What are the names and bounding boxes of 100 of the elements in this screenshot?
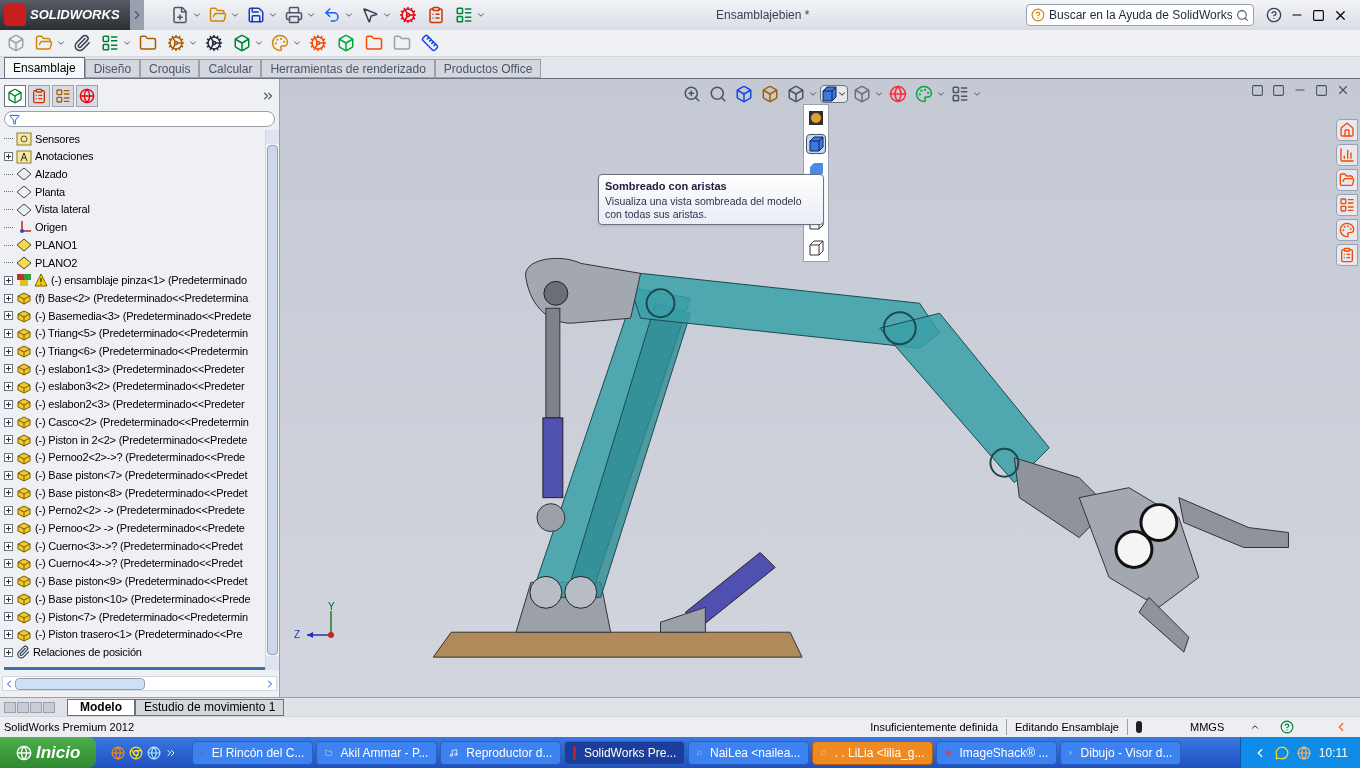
expand-toggle[interactable] — [4, 647, 13, 657]
task-pane-icon — [1339, 222, 1355, 238]
expand-toggle[interactable] — [4, 293, 13, 303]
tree-item[interactable]: Relaciones de posición — [33, 644, 142, 661]
maximize-icon — [1312, 8, 1325, 22]
expand-toggle[interactable] — [4, 523, 13, 533]
tool-icon — [35, 34, 53, 52]
task-pane-button[interactable] — [1336, 119, 1358, 141]
vertical-scrollbar[interactable] — [265, 130, 279, 670]
display-style-option[interactable] — [806, 238, 826, 258]
split-view-icon — [1272, 83, 1285, 97]
tree-item[interactable]: (-) Piston<7> (Predeterminado<<Predetermin — [35, 608, 248, 626]
caret-icon — [188, 38, 198, 48]
tree-item[interactable]: (-) eslabon3<2> (Predeterminado<<Predeter — [35, 378, 245, 395]
plus-icon — [5, 312, 12, 320]
tree-item[interactable]: (-) Base piston<9> (Predeterminado<<Predet — [35, 573, 248, 590]
expand-toggle[interactable] — [4, 576, 13, 586]
tree-item[interactable]: Planta — [35, 183, 65, 201]
command-tab[interactable]: Ensamblaje — [4, 57, 85, 78]
panel-tab[interactable] — [52, 85, 74, 107]
help-search-field[interactable]: Buscar en la Ayuda de SolidWorks — [1026, 4, 1254, 26]
task-pane-button[interactable] — [1336, 169, 1358, 191]
horizontal-scrollbar[interactable] — [2, 676, 277, 691]
part-icon — [16, 468, 32, 483]
tree-item[interactable]: (-) Base piston<7> (Predeterminado<<Predet — [35, 466, 248, 484]
expand-toggle[interactable] — [4, 399, 13, 409]
expand-toggle[interactable] — [4, 346, 13, 356]
plus-icon — [5, 454, 12, 461]
tree-item[interactable]: (-) ensamblaje pinza<1> (Predeterminado — [51, 272, 247, 289]
taskbar-button[interactable]: SolidWorks Pre... — [564, 740, 686, 765]
task-pane-button[interactable] — [1336, 219, 1358, 241]
tree-item[interactable]: (-) Pernoo<2> -> (Predeterminado<<Predete — [35, 520, 245, 537]
taskbar-button[interactable]: Reproductor d... — [440, 740, 562, 765]
display-style-option[interactable] — [806, 108, 826, 128]
status-text: SolidWorks Premium 2012 — [3, 719, 134, 735]
expand-toggle[interactable] — [4, 364, 13, 374]
tree-item[interactable]: (-) Piston in 2<2> (Predeterminado<<Predete — [35, 431, 248, 449]
expand-toggle[interactable] — [4, 329, 13, 339]
tree-item[interactable]: Sensores — [35, 130, 80, 148]
plus-icon — [5, 524, 12, 532]
properties-icon — [31, 88, 47, 104]
expand-toggle[interactable] — [4, 435, 13, 445]
tree-item[interactable]: (-) eslabon1<3> (Predeterminado<<Predeter — [35, 360, 245, 378]
taskbar-button[interactable]: ImageShack® ... — [936, 740, 1058, 765]
task-pane-button[interactable] — [1336, 194, 1358, 216]
expand-toggle[interactable] — [4, 594, 13, 604]
command-tab[interactable]: Croquis — [140, 59, 200, 78]
command-tab[interactable]: Herramientas de renderizado — [261, 59, 435, 78]
expand-toggle[interactable] — [4, 417, 13, 427]
tree-item[interactable]: (-) Basemedia<3> (Predeterminado<<Predete — [35, 307, 252, 325]
expand-toggle[interactable] — [4, 488, 13, 498]
status-text: Editando Ensamblaje — [1007, 718, 1128, 736]
tree-item[interactable]: (-) Pernoo2<2>->? (Predeterminado<<Prede — [35, 449, 245, 466]
panel-tab[interactable] — [4, 85, 26, 107]
tree-item[interactable]: (-) eslabon2<3> (Predeterminado<<Predeter — [35, 396, 245, 413]
command-tab[interactable]: Calcular — [199, 59, 262, 78]
tree-item[interactable]: PLANO2 — [35, 254, 78, 271]
taskbar-button[interactable]: NaiLea <nailea... — [688, 740, 810, 765]
expand-toggle[interactable] — [4, 630, 13, 640]
tree-item[interactable]: PLANO1 — [35, 236, 78, 254]
tree-item[interactable]: (-) Base piston<10> (Predeterminado<<Prede — [35, 590, 251, 608]
panel-tab[interactable] — [76, 85, 98, 107]
tree-item[interactable]: (-) Cuerno<4>->? (Predeterminado<<Predet — [35, 555, 243, 572]
model-tab[interactable]: Modelo — [67, 698, 135, 716]
tree-item[interactable]: (-) Base piston<8> (Predeterminado<<Predet — [35, 484, 248, 502]
display-style-option[interactable] — [806, 134, 826, 154]
task-pane-button[interactable] — [1336, 244, 1358, 266]
taskbar-button[interactable]: El Rincón del C... — [192, 740, 314, 765]
tree-item[interactable]: (-) Casco<2> (Predeterminado<<Predetermin — [35, 413, 249, 431]
expand-toggle[interactable] — [4, 311, 13, 321]
tree-item[interactable]: (-) Triang<6> (Predeterminado<<Predetermin — [35, 343, 248, 360]
part-icon — [16, 397, 32, 412]
tree-item[interactable]: Alzado — [35, 166, 68, 183]
panel-tab[interactable] — [28, 85, 50, 107]
tree-item[interactable]: Origen — [35, 219, 67, 236]
tree-item[interactable]: Anotaciones — [35, 148, 94, 165]
tree-item[interactable]: (-) Triang<5> (Predeterminado<<Predetermin — [35, 325, 248, 342]
tool-icon — [247, 6, 265, 24]
expand-toggle[interactable] — [4, 541, 13, 551]
command-tab[interactable]: Diseño — [84, 59, 141, 78]
expand-toggle[interactable] — [4, 382, 13, 392]
command-tab[interactable]: Productos Office — [434, 59, 542, 78]
expand-toggle[interactable] — [4, 559, 13, 569]
caret-icon — [808, 89, 818, 99]
expand-toggle[interactable] — [4, 275, 13, 285]
model-tab[interactable]: Estudio de movimiento 1 — [135, 698, 285, 716]
expand-toggle[interactable] — [4, 470, 13, 480]
expand-toggle[interactable] — [4, 152, 13, 162]
task-pane-button[interactable] — [1336, 144, 1358, 166]
taskbar-button[interactable]: Dibujo - Visor d... — [1060, 740, 1182, 765]
tree-item[interactable]: (-) Cuerno<3>->? (Predeterminado<<Predet — [35, 537, 243, 555]
expand-toggle[interactable] — [4, 453, 13, 462]
tree-item[interactable]: Vista lateral — [35, 201, 90, 218]
expand-toggle[interactable] — [4, 612, 13, 622]
filter-field[interactable] — [4, 111, 275, 127]
tree-item[interactable]: (-) Piston trasero<1> (Predeterminado<<Pre — [35, 626, 243, 643]
tree-item[interactable]: (f) Base<2> (Predeterminado<<Predetermina — [35, 289, 249, 307]
expand-toggle[interactable] — [4, 506, 13, 516]
tree-item[interactable]: (-) Perno2<2> -> (Predeterminado<<Predete — [35, 502, 245, 519]
taskbar-button[interactable]: Akil Ammar - P... — [316, 740, 438, 765]
